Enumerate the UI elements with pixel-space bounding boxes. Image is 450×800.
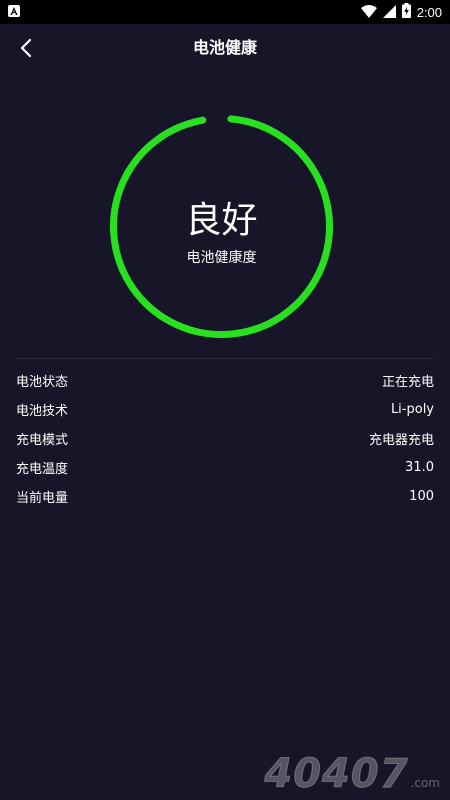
info-value: Li-poly xyxy=(390,402,434,417)
info-label: 当前电量 xyxy=(16,491,69,506)
notification-icon xyxy=(8,5,20,17)
watermark-digits: 40407 xyxy=(264,751,409,797)
header: 电池健康 xyxy=(0,24,450,72)
status-time: 2:00 xyxy=(416,4,442,20)
info-value: 正在充电 xyxy=(381,375,434,390)
info-row-status: 电池状态 正在充电 xyxy=(16,366,434,395)
status-icons: 2:00 xyxy=(360,2,442,22)
back-chevron-icon xyxy=(20,38,32,58)
divider xyxy=(16,358,434,359)
info-value: 100 xyxy=(409,489,434,504)
info-row-technology: 电池技术 Li-poly xyxy=(16,395,434,424)
info-row-charge-mode: 充电模式 充电器充电 xyxy=(16,424,434,453)
status-bar: 2:00 xyxy=(0,0,450,24)
wifi-icon xyxy=(360,3,377,22)
battery-charging-icon xyxy=(401,2,411,22)
watermark-suffix: .com xyxy=(410,776,440,790)
info-row-temperature: 充电温度 31.0 xyxy=(16,453,434,482)
info-value: 31.0 xyxy=(405,460,434,475)
info-label: 电池状态 xyxy=(16,375,69,390)
signal-icon xyxy=(382,3,396,22)
battery-info-list: 电池状态 正在充电 电池技术 Li-poly 充电模式 充电器充电 充电温度 3… xyxy=(16,366,434,511)
health-status: 良好 xyxy=(185,200,258,241)
info-label: 充电模式 xyxy=(16,433,69,448)
info-label: 充电温度 xyxy=(16,462,69,477)
info-row-level: 当前电量 100 xyxy=(16,482,434,511)
battery-health-ring: 良好 电池健康度 xyxy=(108,113,335,340)
back-button[interactable] xyxy=(10,32,42,64)
info-value: 充电器充电 xyxy=(368,433,434,448)
health-label: 电池健康度 xyxy=(186,250,257,266)
site-watermark: 40407 .com xyxy=(264,751,440,797)
info-label: 电池技术 xyxy=(16,404,69,419)
page-title: 电池健康 xyxy=(192,38,257,57)
